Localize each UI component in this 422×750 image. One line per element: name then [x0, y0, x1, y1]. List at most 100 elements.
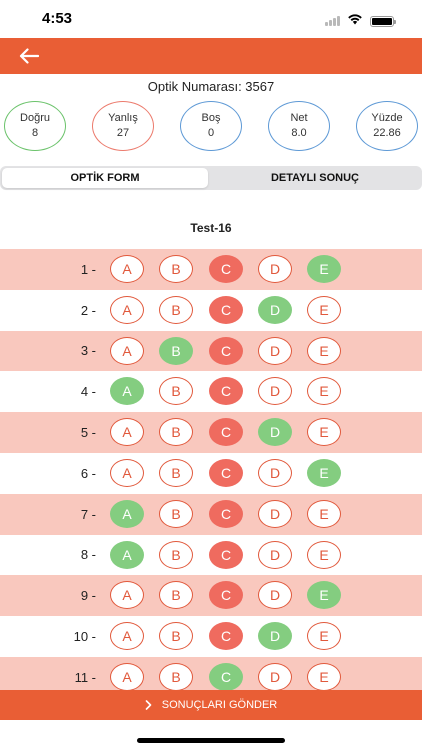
choice-bubble-b[interactable]: B — [159, 581, 193, 610]
choice-bubble-d[interactable]: D — [258, 499, 292, 528]
question-number: 10 - — [73, 629, 96, 645]
choice-bubble-d[interactable]: D — [258, 377, 292, 406]
chevron-right-icon — [145, 700, 152, 710]
stat-value: 22.86 — [373, 127, 401, 139]
choice-bubble-c[interactable]: C — [209, 458, 243, 487]
optik-number: Optik Numarası: 3567 — [147, 79, 275, 94]
segmented-tabs: OPTİK FORM DETAYLI SONUÇ — [0, 166, 422, 190]
wifi-icon — [347, 12, 363, 30]
question-number: 9 - — [80, 588, 96, 604]
choice-bubble-e[interactable]: E — [307, 662, 341, 691]
stat-label: Net — [290, 112, 308, 124]
choice-bubble-b[interactable]: B — [159, 458, 193, 487]
back-button[interactable] — [14, 44, 44, 68]
stat-label: Yüzde — [371, 112, 403, 124]
choice-bubble-c[interactable]: C — [209, 295, 243, 324]
choice-bubble-c[interactable]: C — [209, 662, 243, 691]
choice-bubble-b[interactable]: B — [159, 662, 193, 691]
question-row: 2 - ABCDE — [0, 289, 422, 331]
choice-bubble-d[interactable]: D — [258, 662, 292, 691]
status-icons — [325, 12, 396, 30]
choice-bubble-b[interactable]: B — [159, 255, 193, 283]
choice-bubble-a[interactable]: A — [110, 581, 144, 610]
tab-optik-form[interactable]: OPTİK FORM — [2, 168, 208, 188]
cellular-signal-icon — [325, 16, 340, 26]
arrow-left-icon — [19, 48, 39, 64]
choice-bubble-e[interactable]: E — [307, 622, 341, 651]
choice-bubble-c[interactable]: C — [209, 581, 243, 610]
choice-bubble-a[interactable]: A — [110, 295, 144, 324]
choice-bubble-c[interactable]: C — [209, 255, 243, 283]
tab-detayli-sonuc[interactable]: DETAYLI SONUÇ — [210, 168, 420, 188]
choice-bubble-d[interactable]: D — [258, 255, 292, 283]
choice-bubble-d[interactable]: D — [258, 295, 292, 324]
choice-bubble-c[interactable]: C — [209, 336, 243, 365]
choice-bubble-c[interactable]: C — [209, 499, 243, 528]
test-title: Test-16 — [190, 221, 232, 235]
choice-bubble-e[interactable]: E — [307, 499, 341, 528]
choice-bubble-a[interactable]: A — [110, 622, 144, 651]
stat-value: 8.0 — [291, 127, 307, 139]
choice-bubble-c[interactable]: C — [209, 377, 243, 406]
choice-bubble-d[interactable]: D — [258, 336, 292, 365]
choice-bubble-a[interactable]: A — [110, 662, 144, 691]
choice-bubble-b[interactable]: B — [159, 622, 193, 651]
stat-yuzde: Yüzde 22.86 — [356, 101, 418, 151]
choice-bubble-d[interactable]: D — [258, 540, 292, 569]
question-number: 2 - — [80, 302, 96, 318]
choice-bubble-d[interactable]: D — [258, 458, 292, 487]
submit-label: SONUÇLARI GÖNDER — [161, 699, 278, 711]
question-row: 7 - ABCDE — [0, 493, 422, 535]
stat-label: Doğru — [20, 112, 50, 124]
choice-bubble-e[interactable]: E — [307, 336, 341, 365]
choice-bubble-b[interactable]: B — [159, 336, 193, 365]
choice-bubble-a[interactable]: A — [110, 336, 144, 365]
choice-bubble-d[interactable]: D — [258, 622, 292, 651]
choice-bubble-a[interactable]: A — [110, 458, 144, 487]
question-number: 7 - — [80, 506, 96, 522]
choice-bubble-c[interactable]: C — [209, 622, 243, 651]
question-number: 3 - — [80, 343, 96, 359]
question-number: 8 - — [80, 547, 96, 563]
question-number: 6 - — [80, 465, 96, 481]
status-time: 4:53 — [42, 10, 73, 27]
choice-bubble-a[interactable]: A — [110, 377, 144, 406]
choice-bubble-b[interactable]: B — [159, 377, 193, 406]
choice-bubble-e[interactable]: E — [307, 540, 341, 569]
stat-value: 27 — [116, 127, 130, 139]
app-screen: 4:53 Optik Numarası: 3567 Doğru 8 Yanlış… — [0, 0, 422, 750]
choice-bubble-b[interactable]: B — [159, 499, 193, 528]
submit-results-button[interactable]: SONUÇLARI GÖNDER — [0, 690, 422, 720]
choice-bubble-c[interactable]: C — [209, 418, 243, 447]
choice-bubble-b[interactable]: B — [159, 418, 193, 447]
choice-bubble-b[interactable]: B — [159, 540, 193, 569]
stat-value: 8 — [31, 127, 39, 139]
choice-bubble-e[interactable]: E — [307, 377, 341, 406]
choice-bubble-c[interactable]: C — [209, 540, 243, 569]
choice-bubble-e[interactable]: E — [307, 581, 341, 610]
question-number: 1 - — [80, 261, 96, 277]
question-row: 6 - ABCDE — [0, 452, 422, 494]
choice-bubble-d[interactable]: D — [258, 418, 292, 447]
choice-bubble-e[interactable]: E — [307, 255, 341, 283]
choice-bubble-b[interactable]: B — [159, 295, 193, 324]
answer-list: 1 -ABCDE2 -ABCDE3 -ABCDE4 -ABCDE5 -ABCDE… — [0, 249, 422, 698]
question-row: 1 - ABCDE — [0, 249, 422, 290]
choice-bubble-a[interactable]: A — [110, 499, 144, 528]
status-bar: 4:53 — [0, 0, 422, 38]
stat-value: 0 — [207, 127, 215, 139]
question-row: 9 - ABCDE — [0, 575, 422, 617]
stat-dogru: Doğru 8 — [4, 101, 66, 151]
choice-bubble-e[interactable]: E — [307, 418, 341, 447]
stats-row: Doğru 8 Yanlış 27 Boş 0 Net 8.0 Yüzde 22… — [0, 101, 422, 153]
choice-bubble-d[interactable]: D — [258, 581, 292, 610]
choice-bubble-a[interactable]: A — [110, 418, 144, 447]
question-row: 5 - ABCDE — [0, 412, 422, 453]
question-number: 5 - — [80, 425, 96, 441]
choice-bubble-a[interactable]: A — [110, 540, 144, 569]
choice-bubble-a[interactable]: A — [110, 255, 144, 283]
question-row: 3 - ABCDE — [0, 330, 422, 372]
stat-yanlis: Yanlış 27 — [92, 101, 154, 151]
choice-bubble-e[interactable]: E — [307, 295, 341, 324]
choice-bubble-e[interactable]: E — [307, 458, 341, 487]
